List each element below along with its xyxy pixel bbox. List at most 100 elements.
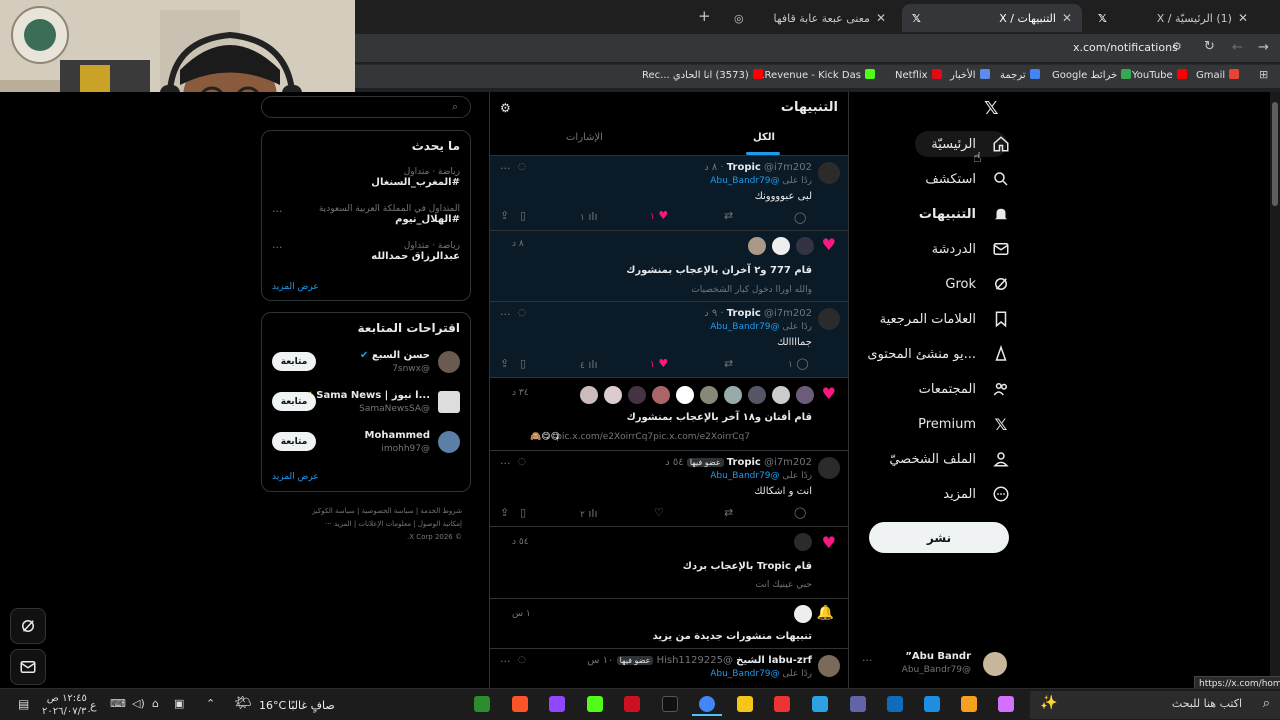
- trend-item[interactable]: رياضة · متداول #المغرب_السنغال: [371, 167, 460, 188]
- keyboard-icon[interactable]: ⌨: [110, 697, 126, 710]
- show-more-link[interactable]: عرض المزيد: [272, 472, 319, 482]
- more-icon[interactable]: ···: [272, 205, 283, 218]
- back-icon[interactable]: →: [1258, 40, 1269, 55]
- grok-icon[interactable]: ◌: [518, 308, 526, 318]
- reply-icon[interactable]: ◯: [794, 506, 806, 519]
- app-icon[interactable]: [850, 696, 866, 712]
- clock[interactable]: ١٢:٤٥ ص ٢٠٢٦/٠٧/٣٠: [42, 692, 92, 718]
- notification-like-group[interactable]: ♥ ٨ د قام 777 و٢ آخران بالإعجاب بمنشورك …: [490, 231, 848, 302]
- nav-item-creator-studio[interactable]: ...يو منشئ المحتوى: [867, 345, 1010, 363]
- mention-link[interactable]: @Abu_Bandr79: [710, 322, 779, 332]
- notification-center-icon[interactable]: ▤: [18, 697, 29, 711]
- tab-all[interactable]: الكل: [753, 132, 775, 143]
- weather-icon[interactable]: 🌤: [234, 695, 252, 711]
- retweet-icon[interactable]: ⇄: [724, 209, 733, 222]
- apps-icon[interactable]: ⊞: [1259, 68, 1268, 81]
- app-icon[interactable]: [474, 696, 490, 712]
- bookmark-news[interactable]: الأخبار: [950, 69, 990, 81]
- tab-notifications[interactable]: ✕ التنبيهات / X 𝕏: [902, 4, 1082, 32]
- more-icon[interactable]: ···: [500, 457, 511, 470]
- reply-icon[interactable]: ◯: [794, 211, 806, 224]
- bookmark-kick[interactable]: Revenue - Kick Das...: [755, 69, 875, 81]
- bookmark-video[interactable]: (3573) انا الحادي ...Rec: [642, 69, 763, 81]
- retweet-icon[interactable]: ⇄: [724, 506, 733, 519]
- nav-item-profile[interactable]: الملف الشخصيّ: [889, 450, 1010, 468]
- views-icon[interactable]: ılı ١: [580, 210, 598, 223]
- notification-like-group[interactable]: ♥ ٣٤ د قام أفنان و١٨ آخر بالإعجاب بمنشور…: [490, 378, 848, 451]
- new-tab-button[interactable]: +: [698, 7, 711, 25]
- grok-icon[interactable]: ◌: [518, 457, 526, 467]
- like-icon[interactable]: ♥ ١: [650, 209, 668, 222]
- bookmark-icon[interactable]: ▯: [520, 209, 526, 222]
- notification-like[interactable]: ♥ ٥٤ د قام Tropic بالإعجاب بردك حبي عيني…: [490, 527, 848, 599]
- bookmark-translate[interactable]: ترجمة: [1000, 69, 1040, 81]
- close-icon[interactable]: ✕: [1238, 11, 1248, 25]
- follow-button[interactable]: متابعة: [272, 352, 316, 371]
- bookmark-icon[interactable]: ▯: [520, 506, 526, 519]
- forward-icon[interactable]: ←: [1232, 40, 1243, 55]
- grok-icon[interactable]: ◌: [518, 162, 526, 172]
- messages-float-button[interactable]: [10, 649, 46, 685]
- post-button[interactable]: نشر: [869, 522, 1009, 553]
- grok-float-button[interactable]: [10, 608, 46, 644]
- share-icon[interactable]: ⇪: [500, 209, 509, 222]
- nav-item-chat[interactable]: الدردشة: [932, 240, 1010, 258]
- tiktok-icon[interactable]: [662, 696, 678, 712]
- nav-item-communities[interactable]: المجتمعات: [919, 380, 1010, 398]
- notification-reply[interactable]: Tropic @i7m202 · ٩ د ردًا على @Abu_Bandr…: [490, 302, 848, 378]
- more-icon[interactable]: ···: [500, 655, 511, 668]
- follow-button[interactable]: متابعة: [272, 392, 316, 411]
- copilot-icon[interactable]: [998, 696, 1014, 712]
- reload-icon[interactable]: ↻: [1204, 39, 1215, 54]
- retweet-icon[interactable]: ⇄: [724, 357, 733, 370]
- bookmark-maps[interactable]: خرائط Google: [1052, 69, 1132, 81]
- nav-item-premium[interactable]: 𝕏 Premium: [918, 415, 1010, 434]
- notification-reply[interactable]: Tropic @i7m202 · ٨ د ردًا على @Abu_Bandr…: [490, 156, 848, 231]
- chrome-icon[interactable]: [699, 696, 715, 712]
- bookmark-netflix[interactable]: Netflix: [895, 69, 942, 81]
- nav-item-home[interactable]: الرئيسيّة: [931, 135, 1010, 153]
- share-icon[interactable]: ⇪: [500, 357, 509, 370]
- views-icon[interactable]: ılı ٤: [580, 358, 598, 371]
- mention-link[interactable]: @Abu_Bandr79: [710, 669, 779, 679]
- tab-search[interactable]: ✕ معنى عبعة عابة قافها ◎: [724, 4, 896, 32]
- media-icon[interactable]: [774, 696, 790, 712]
- more-icon[interactable]: ···: [500, 308, 511, 321]
- more-icon[interactable]: ···: [272, 241, 283, 254]
- outlook-icon[interactable]: [887, 696, 903, 712]
- bookmark-gmail[interactable]: Gmail: [1196, 69, 1240, 81]
- settings-icon[interactable]: ⚙: [500, 101, 511, 115]
- chevron-up-icon[interactable]: ⌃: [206, 697, 215, 710]
- app-icon[interactable]: [624, 696, 640, 712]
- account-switcher[interactable]: Abu Bandr” @Abu_Bandr79 ···: [862, 650, 1007, 680]
- footer-links[interactable]: شروط الخدمة | سياسة الخصوصية | سياسة الك…: [290, 505, 462, 544]
- like-icon[interactable]: ♡: [654, 506, 664, 519]
- app-icon[interactable]: [549, 696, 565, 712]
- notification-new-posts[interactable]: 🔔 ١ س تنبيهات منشورات جديدة من يزيد: [490, 599, 848, 649]
- close-icon[interactable]: ✕: [1062, 11, 1072, 25]
- close-icon[interactable]: ✕: [876, 11, 886, 25]
- nav-item-more[interactable]: المزيد: [943, 485, 1010, 503]
- like-icon[interactable]: ♥ ١: [650, 357, 668, 370]
- notification-reply[interactable]: labu-zrf الشيخ @Hish1129225 عضو فيها ١٠ …: [490, 649, 848, 688]
- follow-button[interactable]: متابعة: [272, 432, 316, 451]
- trend-item[interactable]: المتداول في المملكة العربية السعودية #ال…: [319, 204, 460, 225]
- tab-mentions[interactable]: الإشارات: [566, 132, 603, 143]
- search-input[interactable]: ⌕: [261, 96, 471, 118]
- edge-icon[interactable]: [924, 696, 940, 712]
- bookmark-icon[interactable]: ▯: [520, 357, 526, 370]
- url-field[interactable]: x.com/notifications: [1073, 41, 1178, 54]
- show-more-link[interactable]: عرض المزيد: [272, 282, 319, 292]
- taskbar-search[interactable]: اكتب هنا للبحث ⌕ ✨: [1030, 691, 1280, 719]
- kick-icon[interactable]: [587, 696, 603, 712]
- tab-home[interactable]: ✕ (1) الرئيسيّة / X 𝕏: [1088, 4, 1258, 32]
- x-logo-icon[interactable]: 𝕏: [984, 98, 999, 119]
- nav-item-bookmarks[interactable]: العلامات المرجعية: [880, 310, 1010, 328]
- reply-icon[interactable]: ◯ ١: [788, 357, 809, 370]
- more-icon[interactable]: ···: [500, 162, 511, 175]
- views-icon[interactable]: ılı ٢: [580, 507, 598, 520]
- nav-item-explore[interactable]: استكشف: [925, 170, 1010, 188]
- bookmark-youtube[interactable]: YouTube: [1132, 69, 1187, 81]
- app-icon[interactable]: [812, 696, 828, 712]
- mention-link[interactable]: @Abu_Bandr79: [710, 176, 779, 186]
